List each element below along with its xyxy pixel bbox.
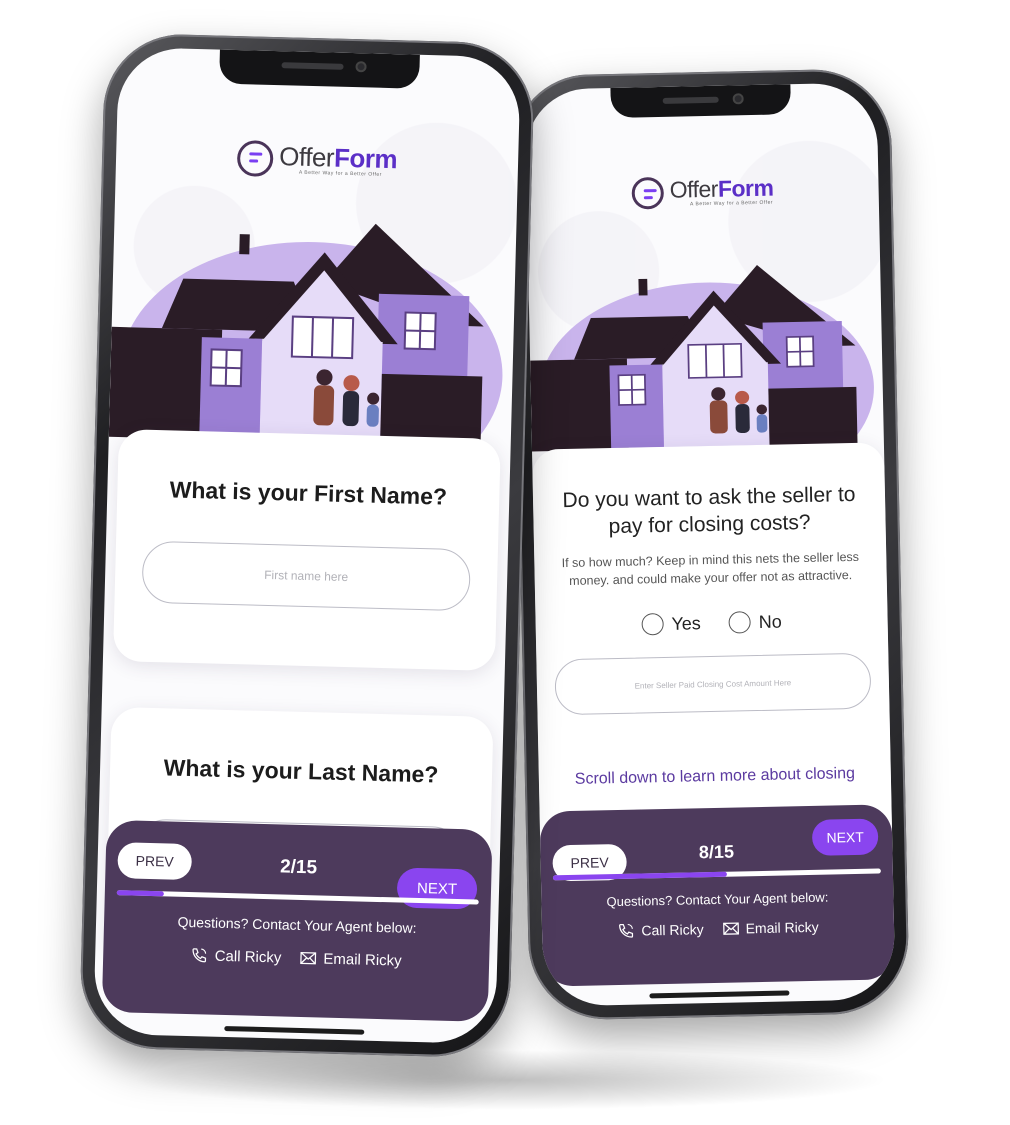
radio-label-yes: Yes — [671, 612, 702, 634]
call-agent-link[interactable]: Call Ricky — [190, 946, 282, 966]
logo-mark-icon — [236, 140, 274, 177]
closing-cost-amount-input[interactable] — [553, 652, 872, 716]
scroll-hint-text: Scroll down to learn more about closing — [574, 765, 856, 788]
contact-links: Call Ricky Email Ricky — [542, 916, 894, 941]
email-agent-link[interactable]: Email Ricky — [299, 949, 402, 970]
call-agent-label: Call Ricky — [641, 921, 704, 939]
navigation-footer: PREV 8/15 NEXT Questions? Contact Your A… — [539, 804, 896, 987]
email-agent-label: Email Ricky — [745, 918, 819, 937]
envelope-icon — [722, 922, 739, 935]
step-counter: 8/15 — [698, 841, 735, 863]
house-illustration — [108, 223, 503, 458]
speaker-grille — [662, 96, 719, 104]
contact-links: Call Ricky Email Ricky — [103, 944, 489, 972]
call-agent-label: Call Ricky — [214, 947, 282, 966]
call-agent-link[interactable]: Call Ricky — [617, 920, 704, 940]
logo-mark-icon — [631, 176, 665, 210]
email-agent-label: Email Ricky — [323, 950, 402, 970]
logo-wordmark: OfferForm — [278, 141, 398, 175]
email-agent-link[interactable]: Email Ricky — [721, 918, 819, 938]
next-button[interactable]: NEXT — [811, 818, 879, 856]
logo-wordmark: OfferForm — [669, 174, 774, 203]
notch — [610, 84, 792, 118]
phone-icon — [619, 923, 634, 938]
question-card-first-name: What is your First Name? — [112, 429, 501, 671]
first-name-input[interactable] — [141, 540, 472, 612]
phone-icon — [192, 948, 207, 963]
radio-circle-icon[interactable] — [641, 613, 664, 636]
envelope-icon — [300, 951, 317, 965]
contact-prompt: Questions? Contact Your Agent below: — [606, 889, 829, 910]
speaker-grille — [281, 62, 344, 70]
logo-tagline: A Better Way for a Better Offer — [689, 199, 774, 207]
phone-left: OfferForm A Better Way for a Better Offe… — [78, 32, 536, 1059]
offerform-logo: OfferForm A Better Way for a Better Offe… — [236, 140, 398, 180]
phone-right: OfferForm A Better Way for a Better Offe… — [510, 68, 910, 1021]
question-title: Do you want to ask the seller to pay for… — [562, 482, 856, 539]
question-title: What is your First Name? — [169, 476, 448, 510]
phone-left-screen: OfferForm A Better Way for a Better Offe… — [93, 46, 521, 1045]
phone-right-screen: OfferForm A Better Way for a Better Offe… — [524, 82, 896, 1007]
question-card-closing-costs: Do you want to ask the seller to pay for… — [531, 442, 893, 857]
front-camera — [732, 93, 744, 105]
contact-prompt: Questions? Contact Your Agent below: — [177, 913, 417, 936]
notch — [219, 49, 420, 89]
progress-bar-fill — [116, 890, 164, 897]
prev-button[interactable]: PREV — [117, 842, 193, 881]
radio-option-yes[interactable]: Yes — [641, 612, 702, 636]
front-camera — [355, 61, 367, 73]
logo-tagline: A Better Way for a Better Offer — [298, 169, 382, 178]
yes-no-radio-group: Yes No — [535, 608, 887, 637]
radio-option-no[interactable]: No — [728, 611, 783, 634]
question-title: What is your Last Name? — [163, 754, 439, 788]
radio-circle-icon[interactable] — [728, 611, 752, 634]
floor-shadow — [130, 1050, 890, 1110]
question-subtext: If so how much? Keep in mind this nets t… — [561, 549, 860, 589]
offerform-logo: OfferForm A Better Way for a Better Offe… — [631, 174, 774, 210]
house-illustration — [530, 264, 874, 460]
step-counter: 2/15 — [279, 856, 318, 879]
navigation-footer: PREV 2/15 NEXT Questions? Contact Your A… — [101, 819, 493, 1022]
radio-label-no: No — [758, 611, 783, 632]
